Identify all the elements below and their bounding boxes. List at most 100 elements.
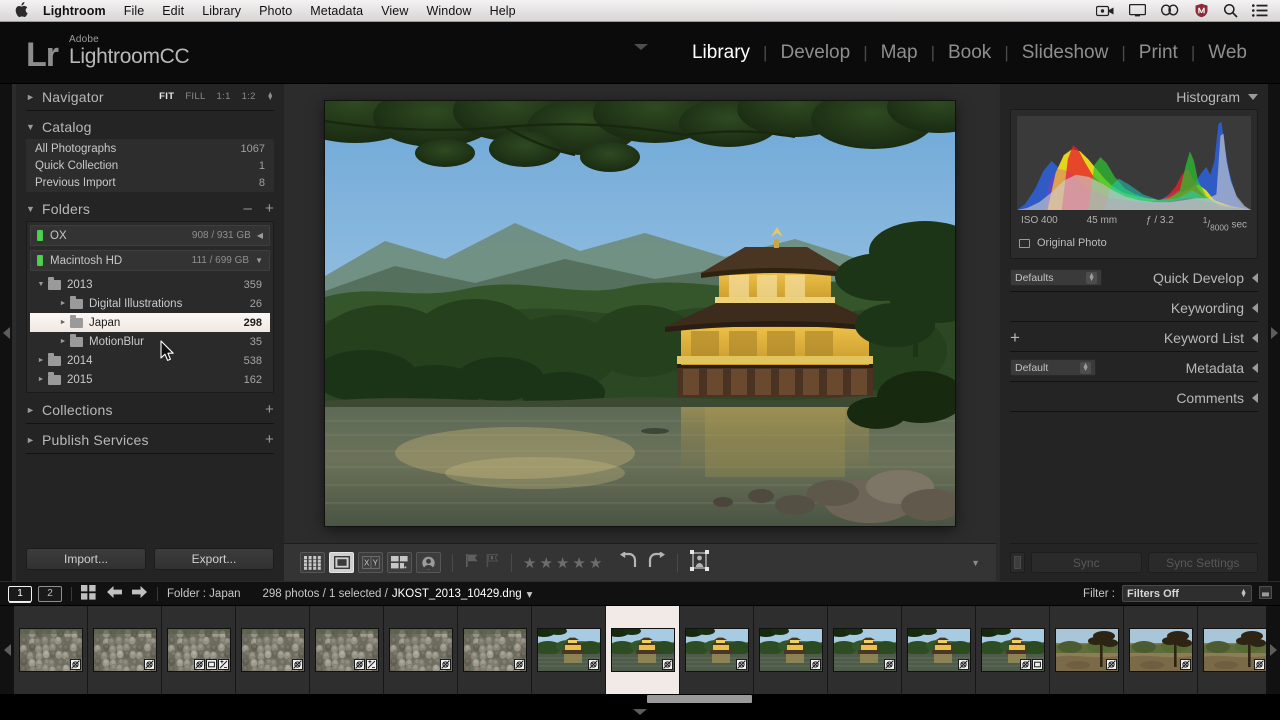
menu-item-file[interactable]: File <box>115 4 154 18</box>
back-arrow-icon[interactable] <box>106 585 123 602</box>
menu-item-view[interactable]: View <box>372 4 417 18</box>
creative-cloud-icon[interactable] <box>1160 4 1180 17</box>
scrollbar-thumb[interactable] <box>647 695 752 703</box>
chevron-left-icon[interactable]: ◀ <box>257 231 263 240</box>
nav-mode-1-1[interactable]: 1:1 <box>217 91 231 102</box>
rotate-right-icon[interactable] <box>646 550 666 574</box>
folder-row-2015[interactable]: ► 2015 162 <box>30 370 270 389</box>
keywording-header[interactable]: Keywording <box>1010 295 1258 320</box>
main-photo[interactable] <box>285 75 991 526</box>
filmstrip-thumbnail[interactable] <box>828 606 902 694</box>
module-book[interactable]: Book <box>935 42 1004 64</box>
grid-view-icon[interactable] <box>300 552 325 573</box>
filmstrip-thumbnail[interactable] <box>680 606 754 694</box>
add-folder-button[interactable]: + <box>265 201 274 216</box>
top-panel-collapse-toggle[interactable] <box>634 44 648 50</box>
add-keyword-button[interactable]: + <box>1010 329 1020 346</box>
filmstrip-thumbnail[interactable] <box>1124 606 1198 694</box>
sync-button[interactable]: Sync <box>1031 552 1142 573</box>
screen-record-icon[interactable] <box>1096 5 1115 17</box>
metadata-preset-select[interactable]: Default ▲ ▼ <box>1010 359 1096 377</box>
compare-view-icon[interactable]: XY <box>358 552 383 573</box>
navigator-header[interactable]: ► Navigator FIT FILL 1:1 1:2 ▲ ▼ <box>26 84 274 109</box>
flag-pick-icon[interactable] <box>464 553 480 573</box>
loupe-view-icon[interactable] <box>329 552 354 573</box>
histogram-plot[interactable] <box>1016 115 1252 211</box>
filter-lock-icon[interactable] <box>1259 585 1272 602</box>
filmstrip-thumbnail[interactable] <box>310 606 384 694</box>
star-4[interactable]: ★ <box>572 554 586 572</box>
star-1[interactable]: ★ <box>523 554 537 572</box>
volume-macintosh-hd[interactable]: Macintosh HD 111 / 699 GB ▼ <box>30 250 270 271</box>
module-library[interactable]: Library <box>679 42 763 64</box>
chevron-left-icon[interactable] <box>1252 392 1258 403</box>
keyword-list-header[interactable]: + Keyword List <box>1010 325 1258 350</box>
export-button[interactable]: Export... <box>154 548 274 570</box>
develop-badge-icon[interactable] <box>193 659 205 670</box>
menu-item-lightroom[interactable]: Lightroom <box>34 4 115 18</box>
folder-row-motionblur[interactable]: ► MotionBlur 35 <box>30 332 270 351</box>
twisty-right-icon[interactable]: ► <box>56 338 70 345</box>
filmstrip-thumbnail[interactable] <box>606 606 680 694</box>
import-button[interactable]: Import... <box>26 548 146 570</box>
sync-settings-button[interactable]: Sync Settings <box>1147 552 1258 573</box>
loupe-view[interactable] <box>284 75 996 543</box>
develop-badge-icon[interactable] <box>291 659 303 670</box>
folder-row-digital-illustrations[interactable]: ► Digital Illustrations 26 <box>30 294 270 313</box>
catalog-header[interactable]: ▼ Catalog <box>26 114 274 139</box>
survey-view-icon[interactable] <box>387 552 412 573</box>
chevron-left-icon[interactable] <box>1252 362 1258 373</box>
crop-badge-icon[interactable] <box>205 659 217 670</box>
module-develop[interactable]: Develop <box>767 42 863 64</box>
publish-services-header[interactable]: ► Publish Services + <box>26 427 274 452</box>
filmstrip-source-label[interactable]: Folder : Japan <box>167 588 241 600</box>
chevron-down-icon[interactable] <box>1248 93 1258 100</box>
filmstrip-thumbnail[interactable] <box>236 606 310 694</box>
filmstrip-horizontal-scrollbar[interactable] <box>0 694 1280 703</box>
volume-ox[interactable]: OX 908 / 931 GB ◀ <box>30 225 270 246</box>
screen-2-button[interactable]: 2 <box>38 585 62 602</box>
chevron-left-icon[interactable] <box>1252 272 1258 283</box>
twisty-right-icon[interactable]: ► <box>56 319 70 326</box>
develop-badge-icon[interactable] <box>809 659 821 670</box>
screen-1-button[interactable]: 1 <box>8 585 32 602</box>
module-print[interactable]: Print <box>1126 42 1191 64</box>
comments-header[interactable]: Comments <box>1010 385 1258 410</box>
star-3[interactable]: ★ <box>556 554 570 572</box>
develop-badge-icon[interactable] <box>439 659 451 670</box>
original-photo-toggle[interactable]: Original Photo <box>1016 234 1252 253</box>
folder-row-2013[interactable]: ▼ 2013 359 <box>30 275 270 294</box>
collections-header[interactable]: ► Collections + <box>26 397 274 422</box>
module-map[interactable]: Map <box>868 42 931 64</box>
left-panel-collapse-toggle[interactable] <box>0 84 12 581</box>
display-icon[interactable] <box>1129 4 1146 17</box>
star-2[interactable]: ★ <box>539 554 553 572</box>
search-icon[interactable] <box>1223 3 1238 18</box>
catalog-item-all-photographs[interactable]: All Photographs 1067 <box>26 140 274 157</box>
people-view-icon[interactable] <box>416 552 441 573</box>
add-collection-button[interactable]: + <box>265 402 274 417</box>
catalog-item-quick-collection[interactable]: Quick Collection 1 + 1 <box>26 157 274 174</box>
filmstrip-thumbnail[interactable] <box>754 606 828 694</box>
nav-mode-1-2[interactable]: 1:2 <box>242 91 256 102</box>
rotate-left-icon[interactable] <box>619 550 639 574</box>
list-menu-icon[interactable] <box>1252 4 1268 17</box>
forward-arrow-icon[interactable] <box>131 585 148 602</box>
develop-badge-icon[interactable] <box>1019 659 1031 670</box>
histogram-header[interactable]: Histogram <box>1010 84 1258 109</box>
filter-select[interactable]: Filters Off ▲ ▼ <box>1122 585 1252 602</box>
filmstrip-thumbnail[interactable] <box>88 606 162 694</box>
shield-icon[interactable] <box>1194 3 1209 18</box>
toolbar-options-caret[interactable]: ▼ <box>971 558 980 568</box>
chevron-left-icon[interactable] <box>1252 302 1258 313</box>
quick-develop-preset-select[interactable]: Defaults ▲ ▼ <box>1010 269 1102 287</box>
filename-dropdown-caret[interactable]: ▾ <box>527 587 533 601</box>
develop-badge-icon[interactable] <box>957 659 969 670</box>
menu-item-library[interactable]: Library <box>193 4 250 18</box>
filmstrip-thumbnail[interactable] <box>532 606 606 694</box>
nav-mode-fit[interactable]: FIT <box>159 91 174 102</box>
quick-develop-header[interactable]: Defaults ▲ ▼ Quick Develop <box>1010 265 1258 290</box>
filmstrip-filename[interactable]: JKOST_2013_10429.dng <box>392 588 522 600</box>
filmstrip-thumbnail[interactable] <box>162 606 236 694</box>
folder-row-2014[interactable]: ► 2014 538 <box>30 351 270 370</box>
